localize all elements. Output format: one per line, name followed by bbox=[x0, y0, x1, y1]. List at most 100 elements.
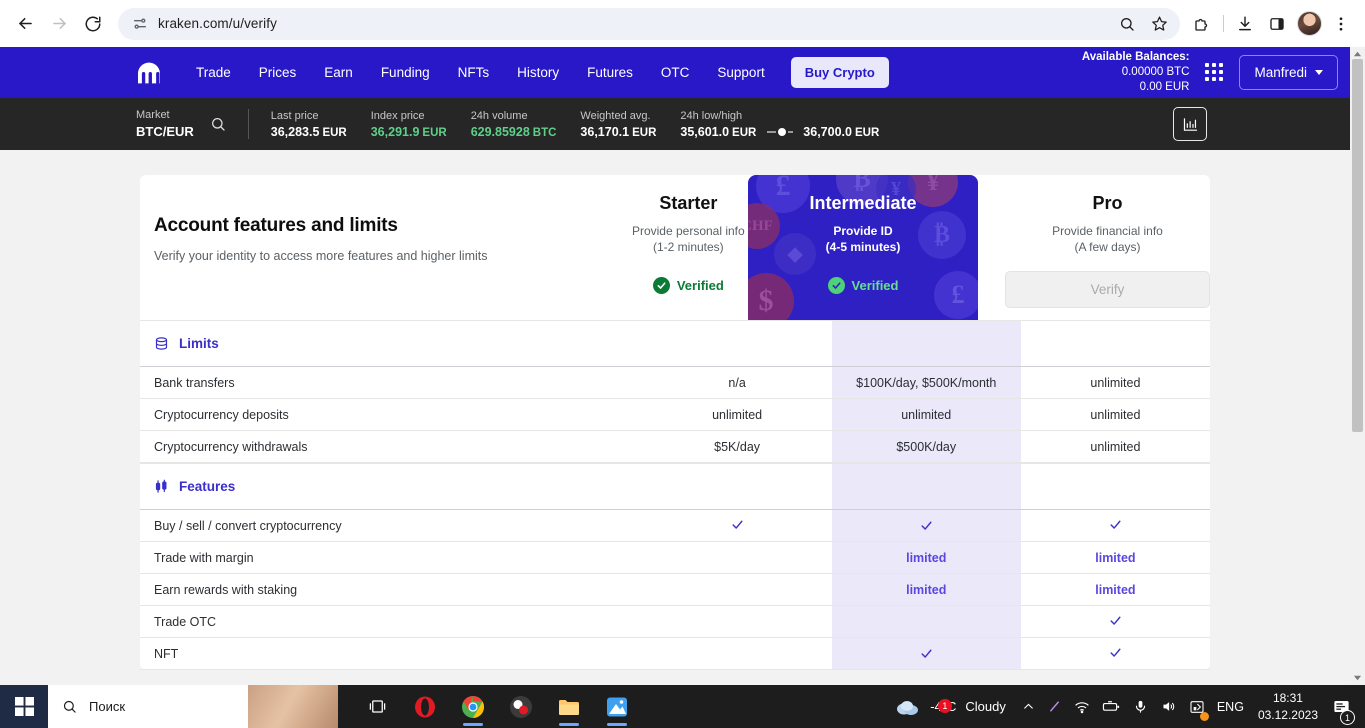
stat-value: 629.85928BTC bbox=[471, 125, 557, 139]
nav-link-otc[interactable]: OTC bbox=[647, 65, 704, 80]
notification-icon[interactable]: 1 bbox=[1326, 685, 1357, 728]
page-title: Account features and limits bbox=[154, 215, 602, 237]
stat-index-price: Index price 36,291.9EUR bbox=[371, 110, 447, 139]
onedrive-icon[interactable] bbox=[1183, 685, 1211, 728]
file-explorer-icon[interactable] bbox=[548, 685, 590, 728]
stat-24h-volume: 24h volume 629.85928BTC bbox=[471, 110, 557, 139]
search-icon[interactable] bbox=[1112, 9, 1142, 39]
clock-date: 03.12.2023 bbox=[1258, 707, 1318, 723]
table-row: Cryptocurrency deposits unlimited unlimi… bbox=[140, 399, 1210, 431]
scroll-down-arrow-icon[interactable] bbox=[1350, 670, 1365, 685]
check-icon bbox=[731, 518, 744, 531]
nav-link-prices[interactable]: Prices bbox=[245, 65, 311, 80]
grid-apps-icon[interactable] bbox=[1205, 63, 1223, 81]
url-text[interactable]: kraken.com/u/verify bbox=[158, 16, 1102, 31]
scrollbar-thumb[interactable] bbox=[1352, 59, 1363, 432]
row-label: Bank transfers bbox=[140, 376, 643, 390]
three-dot-menu-icon[interactable] bbox=[1325, 8, 1357, 40]
opera-icon[interactable] bbox=[404, 685, 446, 728]
page-content: Account features and limits Verify your … bbox=[0, 150, 1350, 685]
stat-24h-low-high: 24h low/high 35,601.0EUR 36,700.0EUR bbox=[680, 110, 879, 139]
cell-intermediate: $500K/day bbox=[832, 431, 1021, 462]
row-label: Earn rewards with staking bbox=[140, 583, 643, 597]
weather-widget[interactable]: 1 -4°C Cloudy bbox=[881, 697, 1016, 717]
nav-link-earn[interactable]: Earn bbox=[310, 65, 367, 80]
table-row: Earn rewards with stakinglimitedlimited bbox=[140, 574, 1210, 606]
taskbar-search[interactable]: Поиск bbox=[48, 685, 338, 728]
account-menu-button[interactable]: Manfredi bbox=[1239, 55, 1338, 90]
address-bar[interactable]: kraken.com/u/verify bbox=[118, 8, 1180, 40]
cell-pro: unlimited bbox=[1021, 440, 1210, 454]
nav-link-futures[interactable]: Futures bbox=[573, 65, 647, 80]
cell-pro: unlimited bbox=[1021, 408, 1210, 422]
cell-intermediate bbox=[832, 606, 1021, 637]
nav-link-nfts[interactable]: NFTs bbox=[444, 65, 504, 80]
nav-link-history[interactable]: History bbox=[503, 65, 573, 80]
tier-description: Provide ID (4-5 minutes) bbox=[748, 223, 978, 255]
stat-label: Last price bbox=[271, 110, 347, 122]
stat-last-price: Last price 36,283.5EUR bbox=[271, 110, 347, 139]
row-label: Trade OTC bbox=[140, 615, 643, 629]
section-title-features: Features bbox=[140, 479, 643, 494]
kraken-logo[interactable] bbox=[136, 62, 162, 84]
tier-desc-line2: (A few days) bbox=[1005, 239, 1210, 255]
photos-icon[interactable] bbox=[596, 685, 638, 728]
cell-pro: unlimited bbox=[1021, 376, 1210, 390]
avatar[interactable] bbox=[1297, 11, 1322, 36]
search-input[interactable]: Поиск bbox=[89, 699, 125, 714]
site-settings-icon[interactable] bbox=[132, 16, 148, 32]
extensions-button[interactable] bbox=[1186, 8, 1218, 40]
chrome-icon[interactable] bbox=[452, 685, 494, 728]
check-icon bbox=[920, 647, 933, 660]
battery-icon[interactable] bbox=[1096, 685, 1127, 728]
downloads-button[interactable] bbox=[1229, 8, 1261, 40]
windows-start-icon[interactable] bbox=[0, 685, 48, 728]
bar-chart-icon[interactable] bbox=[1173, 107, 1207, 141]
cell-intermediate: unlimited bbox=[832, 399, 1021, 430]
reload-icon bbox=[84, 15, 102, 33]
stat-value: 35,601.0EUR 36,700.0EUR bbox=[680, 125, 879, 139]
table-row: Trade with marginlimitedlimited bbox=[140, 542, 1210, 574]
tier-desc-line1: Provide financial info bbox=[1005, 223, 1210, 239]
task-view-icon[interactable] bbox=[356, 685, 398, 728]
language-indicator[interactable]: ENG bbox=[1211, 685, 1250, 728]
search-icon[interactable] bbox=[210, 116, 226, 132]
nav-link-trade[interactable]: Trade bbox=[182, 65, 245, 80]
buy-crypto-button[interactable]: Buy Crypto bbox=[791, 57, 889, 88]
star-icon[interactable] bbox=[1144, 9, 1174, 39]
active-indicator bbox=[607, 723, 627, 726]
system-tray: 1 -4°C Cloudy bbox=[881, 685, 1365, 728]
page-scrollbar[interactable] bbox=[1350, 47, 1365, 685]
cell-intermediate bbox=[832, 510, 1021, 541]
volume-icon[interactable] bbox=[1154, 685, 1183, 728]
stat-label: Index price bbox=[371, 110, 447, 122]
market-pair: BTC/EUR bbox=[136, 124, 194, 139]
nav-link-support[interactable]: Support bbox=[703, 65, 778, 80]
market-selector[interactable]: Market BTC/EUR bbox=[136, 109, 226, 139]
status-text: Verified bbox=[852, 278, 899, 293]
microphone-icon[interactable] bbox=[1127, 685, 1154, 728]
profile-button[interactable] bbox=[1293, 8, 1325, 40]
reload-button[interactable] bbox=[76, 7, 110, 41]
section-label: Limits bbox=[179, 336, 219, 351]
language-text: ENG bbox=[1217, 700, 1244, 714]
chevron-up-icon[interactable] bbox=[1016, 685, 1041, 728]
obs-icon[interactable] bbox=[500, 685, 542, 728]
wifi-icon[interactable] bbox=[1068, 685, 1096, 728]
back-button[interactable] bbox=[8, 7, 42, 41]
nav-link-funding[interactable]: Funding bbox=[367, 65, 444, 80]
verify-button[interactable]: Verify bbox=[1005, 271, 1210, 308]
weather-condition: Cloudy bbox=[965, 699, 1005, 714]
check-circle-icon bbox=[653, 277, 670, 294]
side-panel-button[interactable] bbox=[1261, 8, 1293, 40]
table-row: NFT bbox=[140, 638, 1210, 670]
forward-button[interactable] bbox=[42, 7, 76, 41]
status-text: Verified bbox=[677, 278, 724, 293]
clock[interactable]: 18:31 03.12.2023 bbox=[1250, 690, 1326, 722]
cell-starter bbox=[643, 518, 832, 534]
cloud-icon bbox=[895, 697, 921, 717]
table-row: Cryptocurrency withdrawals $5K/day $500K… bbox=[140, 431, 1210, 463]
stat-label: 24h volume bbox=[471, 110, 557, 122]
tier-column-pro: Pro Provide financial info (A few days) … bbox=[1005, 175, 1210, 320]
pen-icon[interactable] bbox=[1041, 685, 1068, 728]
